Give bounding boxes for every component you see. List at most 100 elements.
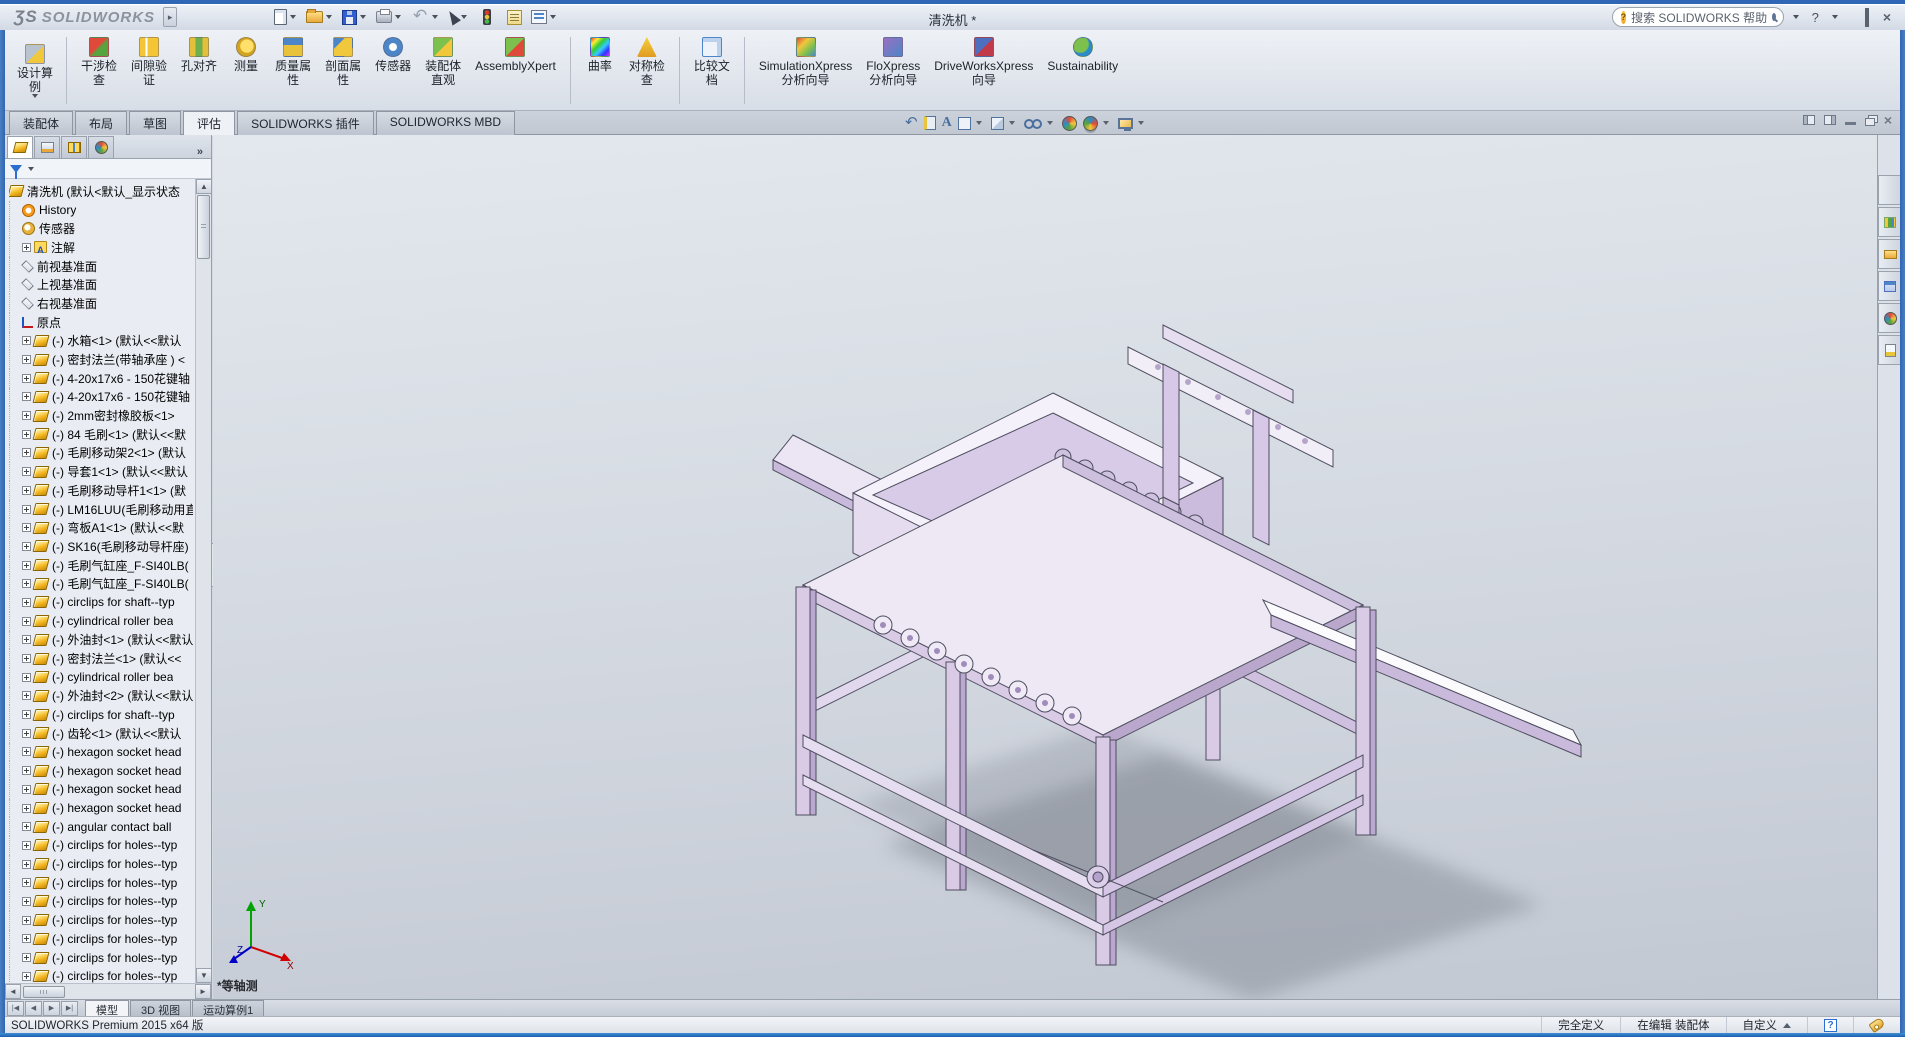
document-tab[interactable]: 模型 — [85, 1000, 129, 1017]
tree-item[interactable]: (-) 齿轮<1> (默认<<默认 — [9, 723, 193, 743]
task-pane-tab[interactable] — [1878, 239, 1901, 269]
toolbar-button[interactable] — [374, 5, 406, 29]
ribbon-button[interactable]: 装配体 直观 — [418, 33, 468, 108]
scroll-left-button[interactable]: ◄ — [5, 984, 21, 999]
task-pane-tab[interactable] — [1878, 207, 1901, 237]
tree-item[interactable]: (-) 毛刷移动导杆1<1> (默 — [9, 481, 193, 500]
doc-restore-button[interactable] — [1864, 117, 1875, 126]
command-manager-tab[interactable]: 评估 — [183, 111, 236, 135]
status-help-button[interactable]: ? — [1807, 1017, 1853, 1033]
task-pane-tab[interactable] — [1878, 335, 1901, 365]
dropdown-arrow-icon[interactable] — [395, 15, 402, 19]
help-dropdown-icon[interactable] — [1831, 15, 1838, 19]
expand-plus-icon[interactable] — [22, 560, 31, 570]
expand-plus-icon[interactable] — [22, 747, 31, 757]
dropdown-arrow-icon[interactable] — [461, 15, 468, 19]
expand-plus-icon[interactable] — [22, 953, 31, 963]
command-manager-tab[interactable]: SOLIDWORKS MBD — [375, 111, 516, 135]
expand-plus-icon[interactable] — [22, 429, 31, 439]
tree-item[interactable]: (-) 弯板A1<1> (默认<<默 — [9, 518, 193, 538]
ribbon-button[interactable]: 间隙验 证 — [124, 33, 174, 108]
tree-item[interactable]: (-) 4-20x17x6 - 150花键轴 — [9, 387, 193, 407]
scrollbar-thumb[interactable] — [197, 195, 210, 259]
tree-item[interactable]: (-) circlips for holes--typ — [9, 948, 193, 967]
tree-item[interactable]: (-) 密封法兰<1> (默认<< — [9, 649, 193, 668]
toolbar-button[interactable] — [272, 5, 301, 29]
tab-scroll-button[interactable]: ◀ — [25, 1001, 42, 1016]
ribbon-button[interactable]: 传感器 — [368, 33, 418, 108]
toolbar-button[interactable] — [445, 5, 472, 29]
feature-manager-tab[interactable] — [34, 136, 60, 158]
expand-plus-icon[interactable] — [22, 242, 31, 252]
tree-item[interactable]: (-) circlips for holes--typ — [9, 854, 193, 874]
dropdown-arrow-icon[interactable] — [1046, 121, 1053, 125]
task-pane-tab[interactable] — [1878, 271, 1901, 301]
tree-item[interactable]: (-) 毛刷移动架2<1> (默认 — [9, 443, 193, 463]
design-study-button[interactable]: 设计算 例 — [11, 33, 59, 108]
expand-plus-icon[interactable] — [22, 859, 31, 869]
expand-plus-icon[interactable] — [22, 579, 31, 589]
toolbar-button[interactable] — [502, 5, 526, 29]
expand-plus-icon[interactable] — [22, 597, 31, 607]
scroll-up-button[interactable]: ▲ — [196, 179, 211, 194]
tree-item[interactable]: 上视基准面 — [9, 275, 193, 295]
doc-minimize-button[interactable] — [1844, 121, 1856, 125]
tree-vertical-scrollbar[interactable]: ▲ ▼ — [195, 179, 211, 983]
restore-button[interactable] — [1861, 7, 1873, 27]
ribbon-button[interactable]: 曲率 — [578, 33, 622, 108]
view-tool-button[interactable] — [1117, 117, 1147, 131]
toolbar-button[interactable]: ↶ — [409, 5, 443, 29]
tree-item[interactable]: (-) angular contact ball — [9, 817, 193, 837]
tree-item[interactable]: (-) 毛刷气缸座_F-SI40LB( — [9, 574, 193, 594]
tree-item[interactable]: (-) 外油封<1> (默认<<默认 — [9, 630, 193, 650]
tree-item[interactable]: (-) circlips for shaft--typ — [9, 705, 193, 724]
help-button[interactable]: ? — [1808, 10, 1823, 25]
view-tool-button[interactable] — [1061, 115, 1077, 131]
expand-plus-icon[interactable] — [22, 728, 31, 738]
tree-item[interactable]: (-) circlips for holes--typ — [9, 910, 193, 930]
dropdown-arrow-icon[interactable] — [360, 15, 367, 19]
tree-item[interactable]: (-) cylindrical roller bea — [9, 667, 193, 687]
tree-item[interactable]: (-) 84 毛刷<1> (默认<<默 — [9, 424, 193, 444]
expand-plus-icon[interactable] — [22, 504, 31, 514]
ribbon-button[interactable]: SimulationXpress 分析向导 — [752, 33, 859, 108]
tree-item[interactable]: 注解 — [9, 238, 193, 257]
view-tool-button[interactable] — [957, 116, 985, 130]
menu-flyout-arrow[interactable]: ▸ — [163, 7, 178, 27]
toolbar-button[interactable] — [340, 5, 371, 29]
tree-item[interactable]: (-) circlips for shaft--typ — [9, 593, 193, 612]
status-custom-dropdown[interactable]: 自定义 — [1725, 1017, 1808, 1033]
tree-item[interactable]: (-) 密封法兰(带轴承座 ) < — [9, 350, 193, 369]
tree-item[interactable]: 原点 — [9, 312, 193, 332]
expand-plus-icon[interactable] — [22, 392, 31, 402]
expand-plus-icon[interactable] — [22, 784, 31, 794]
tree-item[interactable]: (-) circlips for holes--typ — [9, 892, 193, 911]
tree-item[interactable]: History — [9, 200, 193, 220]
tree-item[interactable]: (-) 水箱<1> (默认<<默认 — [9, 331, 193, 351]
expand-plus-icon[interactable] — [22, 373, 31, 383]
view-tool-button[interactable]: A — [942, 116, 952, 130]
expand-plus-icon[interactable] — [22, 840, 31, 850]
tree-item[interactable]: (-) hexagon socket head — [9, 798, 193, 818]
tree-item[interactable]: (-) circlips for holes--typ — [9, 966, 193, 983]
command-manager-tab[interactable]: 装配体 — [9, 111, 74, 135]
expand-plus-icon[interactable] — [22, 896, 31, 906]
expand-plus-icon[interactable] — [22, 803, 31, 813]
ribbon-button[interactable]: 比较文 档 — [687, 33, 737, 108]
tab-scroll-button[interactable]: ▶| — [61, 1001, 78, 1016]
tree-item[interactable]: (-) circlips for holes--typ — [9, 836, 193, 855]
pane-toggle-right-icon[interactable] — [1823, 115, 1836, 125]
close-button[interactable]: × — [1879, 9, 1895, 25]
tree-item[interactable]: (-) SK16(毛刷移动导杆座) — [9, 537, 193, 556]
ribbon-button[interactable]: DriveWorksXpress 向导 — [927, 33, 1040, 108]
graphics-viewport[interactable]: Y X Z *等轴测 — [213, 135, 1882, 999]
expand-plus-icon[interactable] — [22, 616, 31, 626]
dropdown-arrow-icon[interactable] — [326, 15, 333, 19]
tree-item[interactable]: 传感器 — [9, 219, 193, 239]
doc-close-button[interactable]: × — [1884, 113, 1892, 127]
ribbon-button[interactable]: 剖面属 性 — [318, 33, 368, 108]
task-pane-tab[interactable] — [1878, 303, 1901, 333]
view-tool-button[interactable] — [923, 116, 936, 130]
dropdown-arrow-icon[interactable] — [550, 15, 557, 19]
tree-root-item[interactable]: 清洗机 (默认<默认_显示状态 — [9, 182, 193, 201]
